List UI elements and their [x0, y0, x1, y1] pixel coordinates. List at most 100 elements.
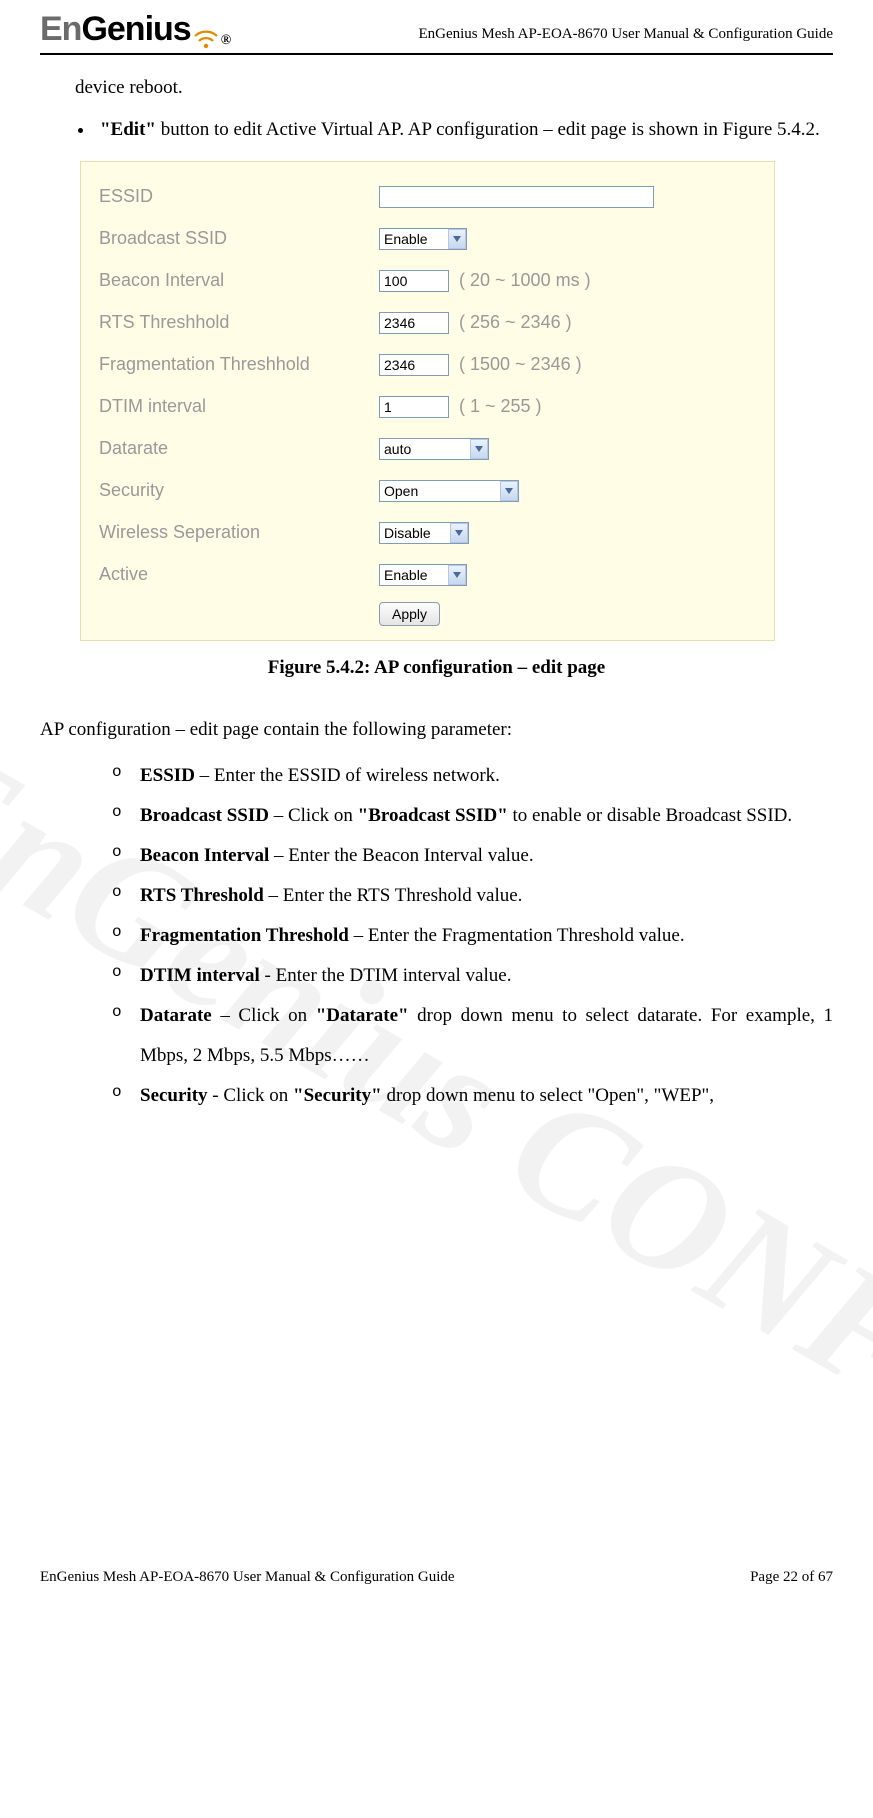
config-control: [379, 186, 654, 208]
hint-text: ( 256 ~ 2346 ): [459, 312, 572, 333]
config-row: Datarate auto: [99, 428, 756, 470]
chevron-down-icon: [448, 229, 466, 249]
list-item-bold: Broadcast SSID: [140, 805, 269, 826]
list-item: Broadcast SSID – Click on "Broadcast SSI…: [112, 796, 833, 836]
footer-right: Page 22 of 67: [750, 1569, 833, 1586]
select-dropdown[interactable]: auto: [379, 438, 489, 460]
config-row: DTIM interval1 ( 1 ~ 255 ): [99, 386, 756, 428]
hint-text: ( 1500 ~ 2346 ): [459, 354, 582, 375]
figure-caption: Figure 5.4.2: AP configuration – edit pa…: [40, 657, 833, 679]
logo-part-en: En: [40, 10, 81, 48]
list-item-bold2: "Broadcast SSID": [358, 805, 508, 826]
config-label: Wireless Seperation: [99, 522, 379, 543]
select-value: Open: [384, 483, 496, 499]
list-item-text: – Enter the RTS Threshold value.: [264, 885, 523, 906]
edit-bullet: "Edit" button to edit Active Virtual AP.…: [95, 109, 833, 151]
list-item-text: – Click on: [269, 805, 358, 826]
text-input[interactable]: [379, 186, 654, 208]
list-item-text: - Click on: [208, 1085, 294, 1106]
config-control: 1 ( 1 ~ 255 ): [379, 396, 542, 418]
chevron-down-icon: [450, 523, 468, 543]
select-dropdown[interactable]: Enable: [379, 228, 467, 250]
list-item: Datarate – Click on "Datarate" drop down…: [112, 996, 833, 1076]
list-item-bold: ESSID: [140, 765, 195, 786]
list-item: ESSID – Enter the ESSID of wireless netw…: [112, 756, 833, 796]
config-label: RTS Threshhold: [99, 312, 379, 333]
edit-text: button to edit Active Virtual AP. AP con…: [156, 119, 820, 140]
hint-text: ( 20 ~ 1000 ms ): [459, 270, 591, 291]
header-title: EnGenius Mesh AP-EOA-8670 User Manual & …: [418, 26, 833, 49]
config-label: Broadcast SSID: [99, 228, 379, 249]
list-item-text: – Enter the ESSID of wireless network.: [195, 765, 500, 786]
param-intro: AP configuration – edit page contain the…: [40, 709, 833, 751]
list-item-text: – Enter the Beacon Interval value.: [269, 845, 533, 866]
list-item-text: – Click on: [212, 1005, 316, 1026]
config-label: DTIM interval: [99, 396, 379, 417]
config-label: ESSID: [99, 186, 379, 207]
config-control: Enable: [379, 228, 467, 250]
config-row: Active Enable: [99, 554, 756, 596]
config-control: 2346 ( 256 ~ 2346 ): [379, 312, 572, 334]
list-item-bold: DTIM interval: [140, 965, 260, 986]
config-control: auto: [379, 438, 489, 460]
text-input[interactable]: 2346: [379, 312, 449, 334]
logo: EnGenius ®: [40, 10, 231, 49]
config-control: Disable: [379, 522, 469, 544]
chevron-down-icon: [470, 439, 488, 459]
wifi-icon: [193, 27, 219, 49]
list-item: Beacon Interval – Enter the Beacon Inter…: [112, 836, 833, 876]
chevron-down-icon: [448, 565, 466, 585]
logo-registered: ®: [221, 33, 231, 49]
config-row: Wireless Seperation Disable: [99, 512, 756, 554]
list-item: RTS Threshold – Enter the RTS Threshold …: [112, 876, 833, 916]
list-item-bold: Datarate: [140, 1005, 212, 1026]
list-item: Security - Click on "Security" drop down…: [112, 1076, 833, 1116]
config-row: Broadcast SSID Enable: [99, 218, 756, 260]
config-row: RTS Threshhold2346 ( 256 ~ 2346 ): [99, 302, 756, 344]
config-label: Datarate: [99, 438, 379, 459]
hint-text: ( 1 ~ 255 ): [459, 396, 542, 417]
config-row: Fragmentation Threshhold2346 ( 1500 ~ 234…: [99, 344, 756, 386]
text-input[interactable]: 2346: [379, 354, 449, 376]
list-item: Fragmentation Threshold – Enter the Frag…: [112, 916, 833, 956]
config-control: Open: [379, 480, 519, 502]
config-control: 100 ( 20 ~ 1000 ms ): [379, 270, 591, 292]
list-item-bold2: "Security": [293, 1085, 382, 1106]
list-item: DTIM interval - Enter the DTIM interval …: [112, 956, 833, 996]
page-header: EnGenius ® EnGenius Mesh AP-EOA-8670 Use…: [40, 0, 833, 55]
config-row: Beacon Interval100 ( 20 ~ 1000 ms ): [99, 260, 756, 302]
config-label: Fragmentation Threshhold: [99, 354, 379, 375]
select-value: auto: [384, 441, 466, 457]
list-item-bold2: "Datarate": [316, 1005, 409, 1026]
page-footer: EnGenius Mesh AP-EOA-8670 User Manual & …: [40, 1569, 833, 1586]
config-row: Security Open: [99, 470, 756, 512]
select-dropdown[interactable]: Enable: [379, 564, 467, 586]
apply-button[interactable]: Apply: [379, 602, 440, 626]
list-item-bold: Fragmentation Threshold: [140, 925, 349, 946]
list-item-text: - Enter the DTIM interval value.: [260, 965, 512, 986]
config-label: Beacon Interval: [99, 270, 379, 291]
text-input[interactable]: 100: [379, 270, 449, 292]
top-line: device reboot.: [40, 67, 833, 109]
chevron-down-icon: [500, 481, 518, 501]
config-label: Security: [99, 480, 379, 501]
list-item-bold: RTS Threshold: [140, 885, 264, 906]
text-input[interactable]: 1: [379, 396, 449, 418]
config-control: Enable: [379, 564, 467, 586]
list-item-bold: Security: [140, 1085, 208, 1106]
config-control: 2346 ( 1500 ~ 2346 ): [379, 354, 582, 376]
param-list: ESSID – Enter the ESSID of wireless netw…: [40, 756, 833, 1115]
edit-bold: "Edit": [100, 119, 156, 140]
select-value: Disable: [384, 525, 446, 541]
list-item-text2: drop down menu to select "Open", "WEP",: [382, 1085, 714, 1106]
list-item-text: – Enter the Fragmentation Threshold valu…: [349, 925, 685, 946]
select-dropdown[interactable]: Disable: [379, 522, 469, 544]
select-value: Enable: [384, 231, 444, 247]
list-item-bold: Beacon Interval: [140, 845, 269, 866]
footer-left: EnGenius Mesh AP-EOA-8670 User Manual & …: [40, 1569, 455, 1586]
logo-part-genius: Genius: [81, 10, 190, 48]
config-panel: ESSID Broadcast SSID Enable Beacon Interval…: [80, 161, 775, 641]
select-value: Enable: [384, 567, 444, 583]
select-dropdown[interactable]: Open: [379, 480, 519, 502]
config-label: Active: [99, 564, 379, 585]
